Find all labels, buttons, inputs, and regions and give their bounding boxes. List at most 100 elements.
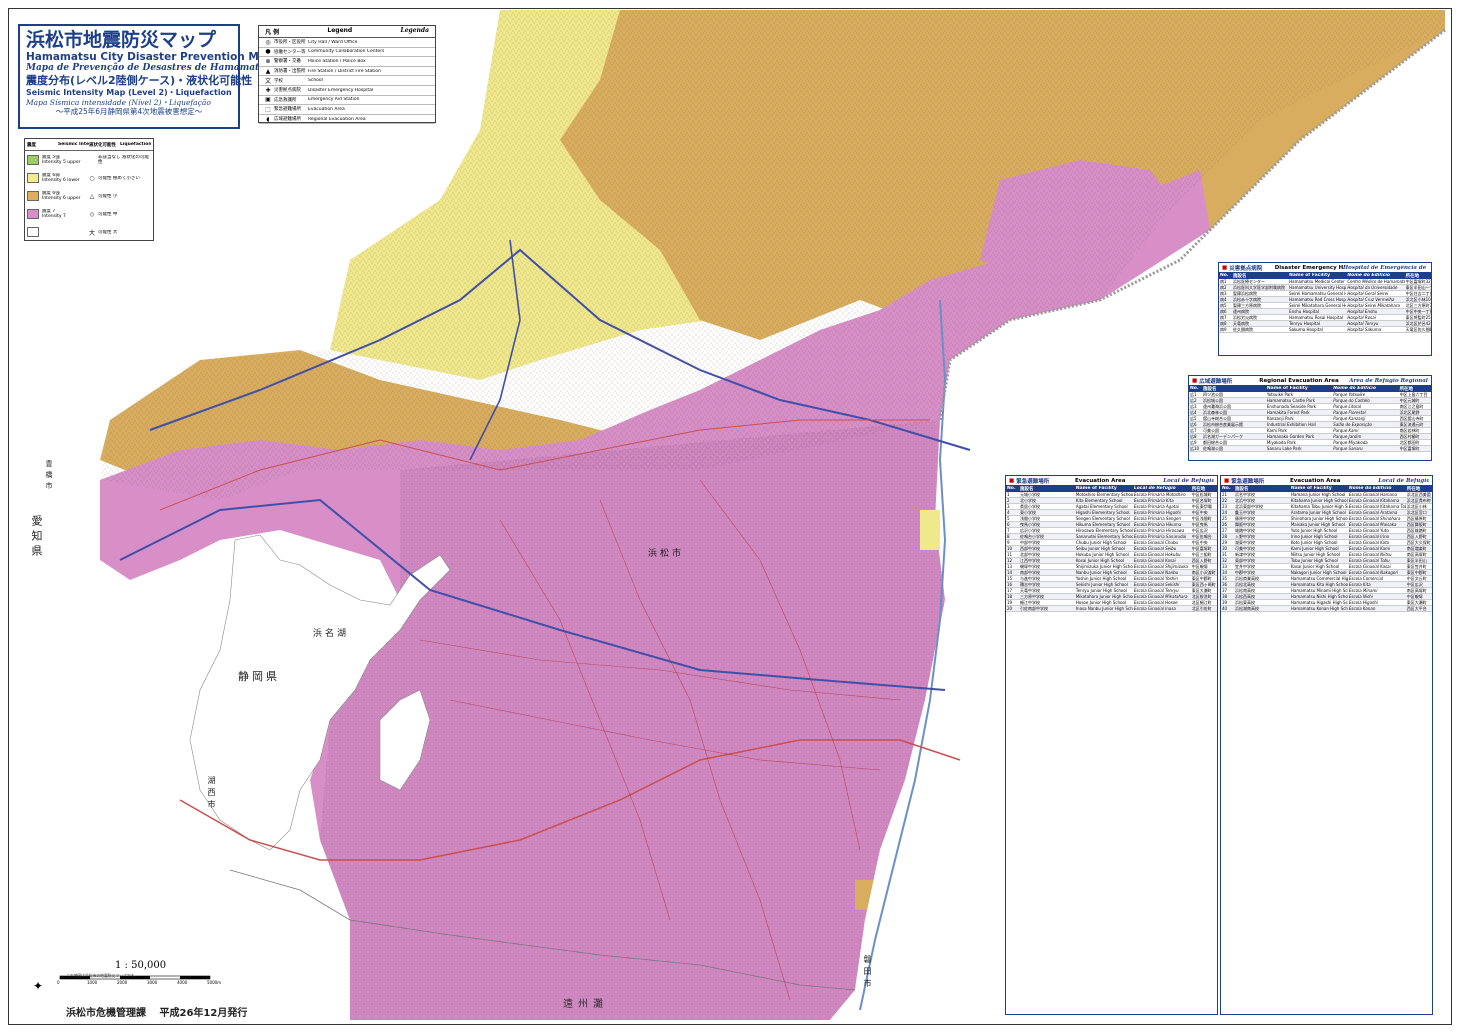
footer-department: 浜松市危機管理課 (66, 1008, 146, 1019)
intensity-swatch (27, 227, 39, 237)
evacuation-icon: ■ (1009, 477, 1015, 484)
label-shizuoka: 静岡県 (238, 670, 280, 683)
regional-evacuation-table: ■ 広域避難場所 Regional Evacuation Area Área de R… (1188, 375, 1432, 461)
legend-item: ▣ 応急救護所 Emergency Aid Station (259, 96, 435, 106)
legend-title-ja: 凡 例 (265, 29, 280, 36)
table-title: ■ 緊急避難場所 Evacuation Area Local de Refúgio (1224, 477, 1429, 485)
legend-item-ja: 緊急避難場所 (274, 107, 301, 113)
table-body: 病1 浜松医療センター Hamamatsu Medical Center Centro… (1219, 279, 1431, 333)
intensity-label: 震度 6強 Intensity 6 upper (42, 191, 81, 201)
title-ja: 浜松市地震防災マップ (26, 29, 217, 51)
evacuation-icon: ■ (1224, 477, 1230, 484)
intensity-row: 震度 5強 Intensity 5 upper 非該当なし 液状化の可能性 (25, 151, 153, 169)
subtitle-pt: Mapa Sísmica intensidade (Nível 2)・Lique… (26, 98, 211, 107)
title-en: Hamamatsu City Disaster Prevention Map (26, 51, 274, 63)
table-body: 1 元城小学校 Motoshiro Elementary School Escola … (1006, 492, 1217, 612)
legend-item: ◎ 市役所・区役所 City Hall / Ward Office (259, 38, 435, 48)
legend-title-en: Legend (327, 27, 353, 34)
legend-item: ● 協働センター等 Community Collaboration Centers (259, 48, 435, 58)
legend-item-ja: 警察署・交番 (274, 59, 301, 65)
evacuation-table-2: ■ 緊急避難場所 Evacuation Area Local de Refúgio No… (1220, 475, 1433, 1015)
hospital-icon: ■ (1222, 264, 1228, 271)
title-box: 浜松市地震防災マップ Hamamatsu City Disaster Preve… (18, 24, 274, 129)
intensity-head-col1: 震度 (27, 142, 36, 148)
table-row[interactable]: 広10 佐鳴湖公園 Sanaru Lake Park Parque Sanaru 中区富… (1189, 446, 1431, 452)
fire-station-icon: ▲ (265, 67, 271, 75)
legend-item: ⬚ 緊急避難場所 Evacuation Area (259, 105, 435, 115)
school-icon: 文 (264, 78, 271, 86)
title-pt: Mapa de Prevenção de Desastres de Hamama… (26, 63, 271, 73)
regional-evac-icon: ◖ (266, 115, 270, 123)
legend-item: ✚ 災害拠点病院 Disaster Emergency Hospital (259, 86, 435, 96)
intensity-row: 震度 6弱 Intensity 6 lower ○ 可能性 極めて小さい (25, 169, 153, 187)
intensity-row: 震度 6強 Intensity 6 upper △ 可能性 小 (25, 187, 153, 205)
footer-note: この地図は浜松市の地震防災マップです。 (66, 973, 138, 978)
legend-item-ja: 災害拠点病院 (274, 88, 301, 94)
table-title: ■災害拠点病院Disaster Emergency HospitalHospit… (1222, 264, 1428, 272)
scale-tick: 4000 (177, 980, 188, 985)
legend-rows: ◎ 市役所・区役所 City Hall / Ward Office ● 協働センター等 C… (259, 38, 435, 125)
intensity-label: 震度 6弱 Intensity 6 lower (42, 173, 80, 183)
hospital-table: ■災害拠点病院Disaster Emergency HospitalHospit… (1218, 262, 1432, 356)
north-arrow-icon: ✦ (33, 979, 43, 993)
table-row[interactable]: 40 浜松湖南高校 Hamamatsu Konan High School Escol… (1221, 606, 1432, 612)
intensity-legend: 震度 Seismic Intensity 液状化可能性 Liquefaction… (24, 138, 154, 241)
hospital-icon: ✚ (265, 86, 271, 94)
label-iwata: 磐田市 (863, 955, 872, 991)
liquefaction-label: 可能性 中 (98, 211, 118, 217)
scale-tick: 1000 (87, 980, 98, 985)
aid-station-icon: ▣ (265, 96, 271, 104)
table-row[interactable]: 病9 佐久間病院 Sakuma Hospital Hospital Sakuma 天竜区… (1219, 327, 1431, 333)
label-enshu-nada: 遠州灘 (563, 999, 608, 1010)
city-hall-icon: ◎ (265, 38, 271, 46)
intensity-legend-header: 震度 Seismic Intensity 液状化可能性 Liquefaction (25, 139, 153, 151)
legend-item-en: Regional Evacuation Area (308, 116, 366, 122)
footer-issued: 平成26年12月発行 (159, 1008, 248, 1019)
intensity-label: 震度 7 Intensity 7 (42, 209, 66, 219)
intensity-swatch (27, 191, 39, 201)
table-row[interactable]: 20 引佐南部中学校 Inasa Nanbu Junior High School E… (1006, 606, 1217, 612)
intensity-row: 大可能性 大 (25, 223, 153, 241)
legend-item-en: City Hall / Ward Office (308, 39, 358, 45)
intensity-head-col1-en: Seismic Intensity (58, 142, 89, 147)
liquefaction-label: 可能性 大 (98, 229, 118, 235)
legend-item-en: Community Collaboration Centers (308, 49, 385, 55)
liquefaction-label: 可能性 小 (98, 193, 118, 199)
title-date: 〜平成25年6月静岡県第4次地震被害想定〜 (55, 107, 203, 116)
table-title: ■ 広域避難場所 Regional Evacuation Area Área de R… (1192, 377, 1428, 385)
intensity-rows: 震度 5強 Intensity 5 upper 非該当なし 液状化の可能性 震度 6弱… (25, 151, 153, 241)
legend-item-en: Evacuation Area (308, 106, 345, 112)
legend-item-ja: 協働センター等 (274, 49, 306, 55)
evacuation-icon: ⬚ (265, 105, 271, 113)
label-hamamatsu: 浜松市 (648, 549, 685, 559)
liquefaction-symbol: ◇ (89, 210, 95, 218)
scale-bar: 1 : 50,000 ✦ 0 1000 2000 3000 4000 5000m (30, 960, 221, 1000)
legend-item: 文学校 School (259, 76, 435, 86)
liquefaction-symbol: ○ (89, 174, 95, 182)
label-toyohashi: 豊橋市 (45, 460, 53, 493)
subtitle-en: Seismic Intensity Map (Level 2)・Liquefac… (26, 88, 232, 97)
table-body: 広1 四ツ池公園 Yotsuike Park Parque Yotsuike 中区上島六… (1189, 392, 1431, 452)
intensity-swatch (27, 155, 39, 165)
liquefaction-label: 非該当なし 液状化の可能性 (98, 155, 149, 165)
intensity-head-col2-en: Liquefaction (120, 142, 151, 147)
label-hamanako: 浜名湖 (313, 629, 350, 639)
table-title: ■ 緊急避難場所 Evacuation Area Local de Refúgio (1009, 477, 1214, 485)
legend-item: ◖ 広域避難場所 Regional Evacuation Area (259, 115, 435, 125)
legend-item-en: Police Station / Police Box (308, 58, 366, 64)
legend-item-en: Emergency Aid Station (308, 97, 360, 103)
legend-title-pt: Legenda (400, 27, 429, 34)
legend-item-ja: 学校 (274, 78, 283, 84)
legend-item-en: School (308, 78, 323, 84)
intensity-head-col2: 液状化可能性 (89, 142, 116, 148)
liquefaction-symbol: 大 (88, 229, 95, 237)
footer: 浜松市危機管理課 平成26年12月発行 (66, 1004, 257, 1019)
legend-item: ⊗ 警察署・交番 Police Station / Police Box (259, 57, 435, 67)
liquefaction-label: 可能性 極めて小さい (98, 175, 140, 181)
intensity-swatch (27, 209, 39, 219)
scale-tick: 3000 (147, 980, 158, 985)
legend-item-ja: 消防署・出張所 (274, 69, 306, 75)
label-kosai: 湖西市 (207, 776, 216, 812)
intensity-swatch (27, 173, 39, 183)
intensity-label (42, 230, 88, 235)
